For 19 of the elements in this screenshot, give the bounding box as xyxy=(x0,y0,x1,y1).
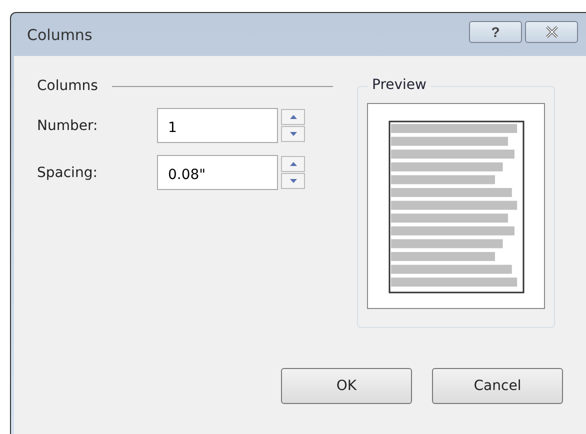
input-field[interactable]: 1 xyxy=(157,108,278,143)
down-arrow-icon xyxy=(290,132,296,136)
up-arrow-icon xyxy=(290,115,296,119)
spin-down-button[interactable] xyxy=(281,173,305,189)
section-heading: Columns xyxy=(37,78,98,94)
close-icon xyxy=(544,26,558,38)
spin-down-button[interactable] xyxy=(281,126,305,142)
dialog-button[interactable]: Cancel xyxy=(432,368,563,404)
field-label: Number: xyxy=(37,118,99,134)
spin-up-button[interactable] xyxy=(281,109,305,125)
dialog-button[interactable]: OK xyxy=(281,368,412,404)
up-arrow-icon xyxy=(290,162,296,166)
spin-up-button[interactable] xyxy=(281,156,305,172)
close-button[interactable] xyxy=(525,20,578,42)
input-field[interactable]: 0.08" xyxy=(157,155,278,190)
help-button[interactable]: ? xyxy=(469,20,522,42)
down-arrow-icon xyxy=(290,179,296,183)
field-label: Spacing: xyxy=(37,164,98,180)
window-title: Columns xyxy=(27,26,92,44)
